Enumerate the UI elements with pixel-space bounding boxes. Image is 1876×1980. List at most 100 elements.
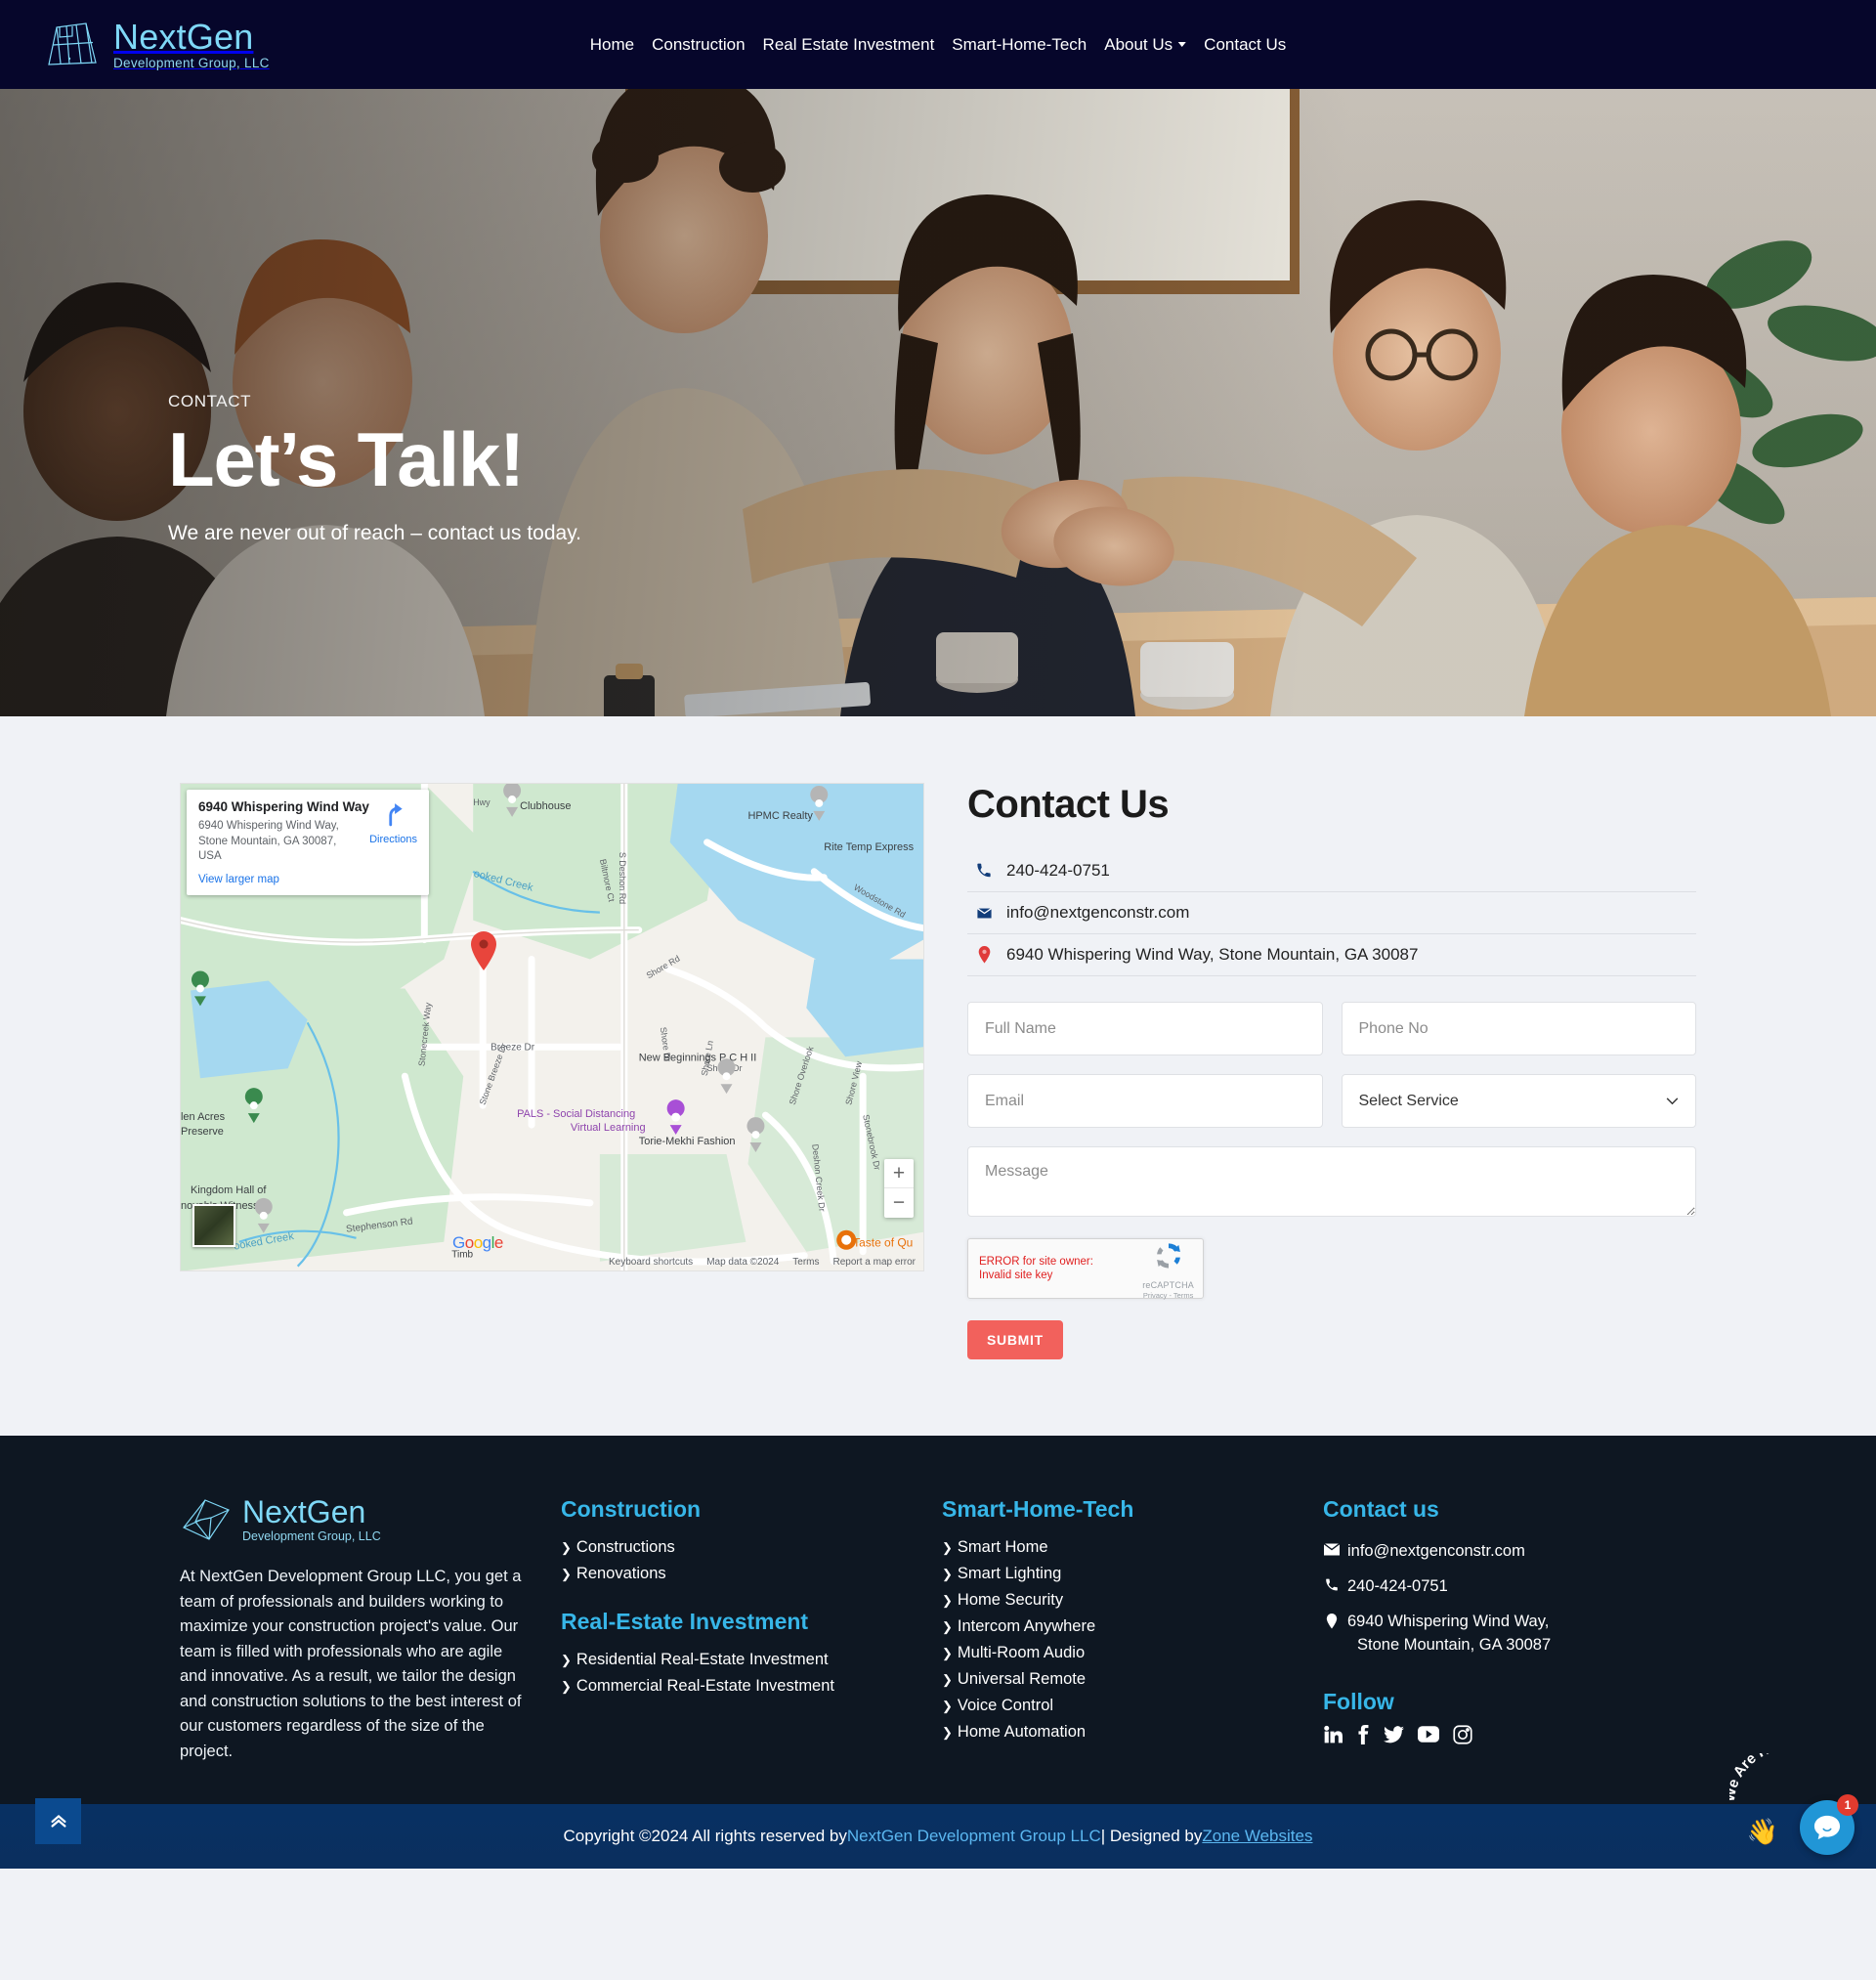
waving-hand-icon: 👋 — [1746, 1816, 1778, 1846]
footer-phone-value: 240-424-0751 — [1347, 1576, 1448, 1595]
brand-logo[interactable]: NextGen Development Group, LLC — [43, 16, 270, 70]
footer-smart-home-column: Smart-Home-Tech ❯ Smart Home ❯ Smart Light… — [942, 1496, 1323, 1765]
street-view-thumbnail[interactable] — [192, 1204, 235, 1247]
map-terms-link[interactable]: Terms — [792, 1257, 819, 1268]
contact-form-column: Contact Us 240-424-0751 info@nextgencons… — [954, 783, 1696, 1359]
footer-link-multi-room-audio[interactable]: ❯ Multi-Room Audio — [942, 1640, 1323, 1666]
footer-link-label: Constructions — [576, 1538, 675, 1556]
copyright-company-link[interactable]: NextGen Development Group LLC — [847, 1827, 1101, 1846]
facebook-icon[interactable] — [1356, 1724, 1370, 1744]
footer-link-renovations[interactable]: ❯ Renovations — [561, 1561, 942, 1587]
footer-link-label: Voice Control — [957, 1697, 1054, 1714]
directions-arrow-icon — [388, 803, 403, 827]
view-larger-map-link[interactable]: View larger map — [198, 874, 418, 885]
directions-label: Directions — [369, 834, 417, 845]
contact-phone-value: 240-424-0751 — [1006, 861, 1110, 880]
recaptcha-error-text: ERROR for site owner: Invalid site key — [979, 1255, 1093, 1281]
svg-text:Torie-Mekhi Fashion: Torie-Mekhi Fashion — [639, 1136, 736, 1147]
submit-button[interactable]: SUBMIT — [967, 1320, 1063, 1359]
hero-subtitle: We are never out of reach – contact us t… — [168, 521, 581, 544]
full-name-input[interactable] — [967, 1002, 1323, 1055]
copyright-prefix: Copyright ©2024 All rights reserved by — [563, 1826, 847, 1845]
footer-link-voice-control[interactable]: ❯ Voice Control — [942, 1693, 1323, 1719]
contact-detail-email[interactable]: info@nextgenconstr.com — [967, 892, 1696, 934]
brand-subtitle: Development Group, LLC — [113, 55, 270, 70]
footer-brand-logo[interactable]: NextGen Development Group, LLC — [180, 1496, 532, 1543]
recaptcha-label: reCAPTCHA — [1142, 1280, 1194, 1290]
footer-address-row[interactable]: 6940 Whispering Wind Way, Stone Mountain… — [1323, 1605, 1696, 1663]
footer-contact-column: Contact us info@nextgenconstr.com 240-42… — [1323, 1496, 1696, 1765]
footer-address-line1: 6940 Whispering Wind Way, — [1347, 1612, 1550, 1630]
footer-services-column: Construction ❯ Constructions ❯ Renovations… — [561, 1496, 942, 1765]
map-keyboard-shortcuts[interactable]: Keyboard shortcuts — [609, 1257, 693, 1268]
footer-link-home-automation[interactable]: ❯ Home Automation — [942, 1719, 1323, 1745]
footer-link-intercom-anywhere[interactable]: ❯ Intercom Anywhere — [942, 1614, 1323, 1640]
map-marker-icon — [975, 946, 993, 964]
main-navigation: Home Construction Real Estate Investment… — [590, 35, 1287, 55]
nav-item-smart-home-tech[interactable]: Smart-Home-Tech — [952, 35, 1087, 55]
site-footer: NextGen Development Group, LLC At NextGe… — [0, 1436, 1876, 1804]
copyright-middle: | Designed by — [1100, 1826, 1203, 1845]
chevron-down-icon — [1178, 42, 1187, 47]
youtube-icon[interactable] — [1418, 1726, 1439, 1743]
chevron-right-icon: ❯ — [942, 1619, 953, 1634]
footer-brand-name: NextGen — [242, 1494, 366, 1529]
chevron-right-icon: ❯ — [561, 1679, 572, 1694]
footer-link-label: Multi-Room Audio — [957, 1644, 1086, 1661]
nav-item-real-estate-investment[interactable]: Real Estate Investment — [763, 35, 935, 55]
footer-link-universal-remote[interactable]: ❯ Universal Remote — [942, 1666, 1323, 1693]
footer-link-label: Home Security — [957, 1591, 1064, 1609]
message-textarea[interactable] — [967, 1146, 1696, 1217]
footer-link-residential-real-estate[interactable]: ❯ Residential Real-Estate Investment — [561, 1647, 942, 1673]
chat-widget: We Are Here! 👋 1 — [1722, 1737, 1858, 1855]
contact-detail-address[interactable]: 6940 Whispering Wind Way, Stone Mountain… — [967, 934, 1696, 976]
map-zoom-in-button[interactable]: + — [884, 1159, 914, 1188]
brand-name: NextGen — [113, 16, 254, 57]
footer-link-label: Intercom Anywhere — [957, 1617, 1096, 1635]
footer-link-home-security[interactable]: ❯ Home Security — [942, 1587, 1323, 1614]
footer-link-label: Home Automation — [957, 1723, 1087, 1741]
twitter-icon[interactable] — [1384, 1725, 1404, 1743]
contact-detail-phone[interactable]: 240-424-0751 — [967, 850, 1696, 892]
footer-heading-smart-home-tech: Smart-Home-Tech — [942, 1496, 1134, 1522]
nav-item-contact-us[interactable]: Contact Us — [1204, 35, 1286, 55]
phone-icon — [1323, 1575, 1340, 1592]
google-map[interactable]: Breeze Dr Stephenson Rd S Deshon Rd Ston… — [180, 783, 924, 1271]
contact-email-value: info@nextgenconstr.com — [1006, 903, 1190, 922]
nav-item-construction[interactable]: Construction — [652, 35, 745, 55]
svg-text:Clubhouse: Clubhouse — [520, 800, 571, 812]
footer-address-line2: Stone Mountain, GA 30087 — [1357, 1635, 1552, 1654]
designer-link[interactable]: Zone Websites — [1202, 1827, 1312, 1846]
chat-bubble-button[interactable]: 1 — [1800, 1793, 1858, 1855]
instagram-icon[interactable] — [1453, 1725, 1472, 1744]
map-zoom-out-button[interactable]: − — [884, 1188, 914, 1218]
footer-link-label: Renovations — [576, 1565, 666, 1582]
footer-link-smart-lighting[interactable]: ❯ Smart Lighting — [942, 1561, 1323, 1587]
phone-input[interactable] — [1341, 1002, 1696, 1055]
chevron-right-icon: ❯ — [942, 1593, 953, 1608]
linkedin-icon[interactable] — [1323, 1725, 1343, 1744]
footer-link-smart-home[interactable]: ❯ Smart Home — [942, 1534, 1323, 1561]
footer-phone-row[interactable]: 240-424-0751 — [1323, 1570, 1696, 1605]
svg-text:Rite Temp Express: Rite Temp Express — [824, 841, 914, 853]
map-report-error-link[interactable]: Report a map error — [833, 1257, 916, 1268]
nextgen-frame-logo-icon — [43, 20, 102, 70]
footer-link-label: Smart Home — [957, 1538, 1048, 1556]
footer-email-row[interactable]: info@nextgenconstr.com — [1323, 1534, 1696, 1570]
nav-item-about-us[interactable]: About Us — [1104, 35, 1187, 55]
directions-button[interactable]: Directions — [369, 801, 417, 845]
footer-link-label: Universal Remote — [957, 1670, 1087, 1688]
svg-text:Hwy: Hwy — [473, 797, 490, 807]
chevron-right-icon: ❯ — [942, 1672, 953, 1687]
nav-label: Construction — [652, 34, 746, 54]
site-header: NextGen Development Group, LLC Home Cons… — [0, 0, 1876, 89]
copyright-bar: Copyright ©2024 All rights reserved by N… — [0, 1797, 1876, 1869]
footer-link-constructions[interactable]: ❯ Constructions — [561, 1534, 942, 1561]
email-input[interactable] — [967, 1074, 1323, 1128]
recaptcha-widget[interactable]: ERROR for site owner: Invalid site key r… — [967, 1238, 1204, 1300]
scroll-to-top-button[interactable] — [35, 1797, 81, 1844]
nav-item-home[interactable]: Home — [590, 35, 634, 55]
footer-link-commercial-real-estate[interactable]: ❯ Commercial Real-Estate Investment — [561, 1673, 942, 1700]
nextgen-frame-logo-icon — [180, 1496, 233, 1543]
service-select[interactable]: Select Service — [1341, 1074, 1696, 1128]
